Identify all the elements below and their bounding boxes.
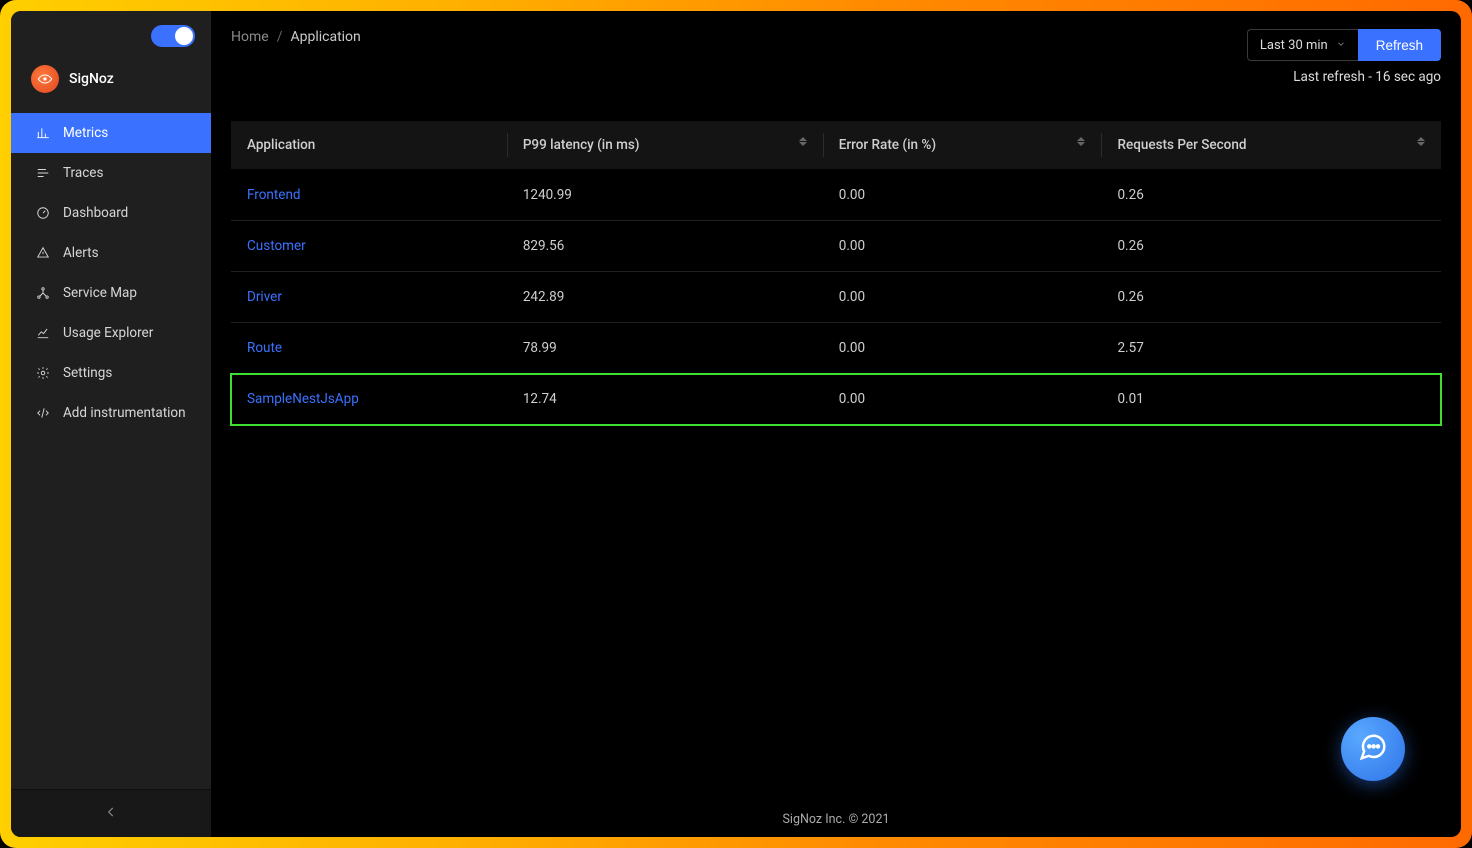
sidebar: SigNoz Metrics Traces Dashboard Alerts [11,11,211,837]
time-range-select[interactable]: Last 30 min [1247,29,1358,61]
table-column-header[interactable]: Error Rate (in %) [823,121,1102,170]
application-link[interactable]: Route [247,340,282,356]
gear-icon [35,365,51,381]
application-link[interactable]: Driver [247,289,282,305]
chat-widget[interactable] [1341,717,1405,781]
sort-icon [799,137,807,146]
sidebar-item-label: Settings [63,365,112,381]
time-range-value: Last 30 min [1260,38,1328,53]
content: Application P99 latency (in ms) Error Rate… [211,85,1461,425]
bar-chart-icon [35,125,51,141]
application-link[interactable]: Customer [247,238,306,254]
application-link[interactable]: Frontend [247,187,301,203]
rps-cell: 0.01 [1101,374,1441,425]
breadcrumb-current: Application [290,29,360,45]
breadcrumb-separator: / [277,29,283,45]
rps-cell: 2.57 [1101,323,1441,374]
error-rate-cell: 0.00 [823,221,1102,272]
table-row: Route 78.990.002.57 [231,323,1441,374]
breadcrumbs: Home / Application [231,29,361,45]
gauge-icon [35,205,51,221]
error-rate-cell: 0.00 [823,272,1102,323]
rps-cell: 0.26 [1101,272,1441,323]
p99-cell: 242.89 [507,272,823,323]
column-label: P99 latency (in ms) [523,137,640,153]
refresh-button[interactable]: Refresh [1358,29,1441,61]
brand-logo-icon [31,65,59,93]
sidebar-item-label: Add instrumentation [63,405,186,421]
network-icon [35,285,51,301]
sidebar-item-label: Alerts [63,245,99,261]
column-label: Requests Per Second [1117,137,1246,153]
table-column-header[interactable]: P99 latency (in ms) [507,121,823,170]
sidebar-item-label: Service Map [63,285,137,301]
breadcrumb-home[interactable]: Home [231,29,269,45]
error-rate-cell: 0.00 [823,374,1102,425]
table-header-row: Application P99 latency (in ms) Error Rate… [231,121,1441,170]
chevron-left-icon [104,804,118,823]
column-label: Application [247,137,315,153]
table-column-header[interactable]: Requests Per Second [1101,121,1441,170]
sidebar-item-label: Usage Explorer [63,325,153,341]
alert-icon [35,245,51,261]
theme-toggle[interactable] [151,25,195,47]
sidebar-collapse[interactable] [11,789,211,837]
error-rate-cell: 0.00 [823,170,1102,221]
line-chart-icon [35,325,51,341]
p99-cell: 829.56 [507,221,823,272]
applications-table: Application P99 latency (in ms) Error Rate… [231,121,1441,425]
p99-cell: 1240.99 [507,170,823,221]
sidebar-item-settings[interactable]: Settings [11,353,211,393]
sort-icon [1417,137,1425,146]
footer: SigNoz Inc. © 2021 [211,812,1461,827]
sidebar-item-dashboard[interactable]: Dashboard [11,193,211,233]
table-row: Driver 242.890.000.26 [231,272,1441,323]
chat-icon [1358,732,1388,766]
align-left-icon [35,165,51,181]
error-rate-cell: 0.00 [823,323,1102,374]
chevron-down-icon [1336,38,1346,53]
brand[interactable]: SigNoz [11,55,211,113]
topbar: Home / Application Last 30 min Refresh L… [211,11,1461,85]
rps-cell: 0.26 [1101,221,1441,272]
nav: Metrics Traces Dashboard Alerts Service … [11,113,211,433]
sidebar-item-usage-explorer[interactable]: Usage Explorer [11,313,211,353]
sort-icon [1077,137,1085,146]
sidebar-item-metrics[interactable]: Metrics [11,113,211,153]
table-column-header: Application [231,121,507,170]
sidebar-item-service-map[interactable]: Service Map [11,273,211,313]
sidebar-item-alerts[interactable]: Alerts [11,233,211,273]
last-refresh-text: Last refresh - 16 sec ago [1293,69,1441,85]
table-row: Customer 829.560.000.26 [231,221,1441,272]
sidebar-item-add-instrumentation[interactable]: Add instrumentation [11,393,211,433]
brand-name: SigNoz [69,71,114,87]
column-label: Error Rate (in %) [839,137,936,153]
p99-cell: 78.99 [507,323,823,374]
rps-cell: 0.26 [1101,170,1441,221]
main: Home / Application Last 30 min Refresh L… [211,11,1461,837]
p99-cell: 12.74 [507,374,823,425]
sidebar-item-traces[interactable]: Traces [11,153,211,193]
sidebar-item-label: Traces [63,165,103,181]
table-row: Frontend 1240.990.000.26 [231,170,1441,221]
api-icon [35,405,51,421]
table-row: SampleNestJsApp 12.740.000.01 [231,374,1441,425]
sidebar-item-label: Metrics [63,125,108,141]
application-link[interactable]: SampleNestJsApp [247,391,359,407]
sidebar-item-label: Dashboard [63,205,128,221]
